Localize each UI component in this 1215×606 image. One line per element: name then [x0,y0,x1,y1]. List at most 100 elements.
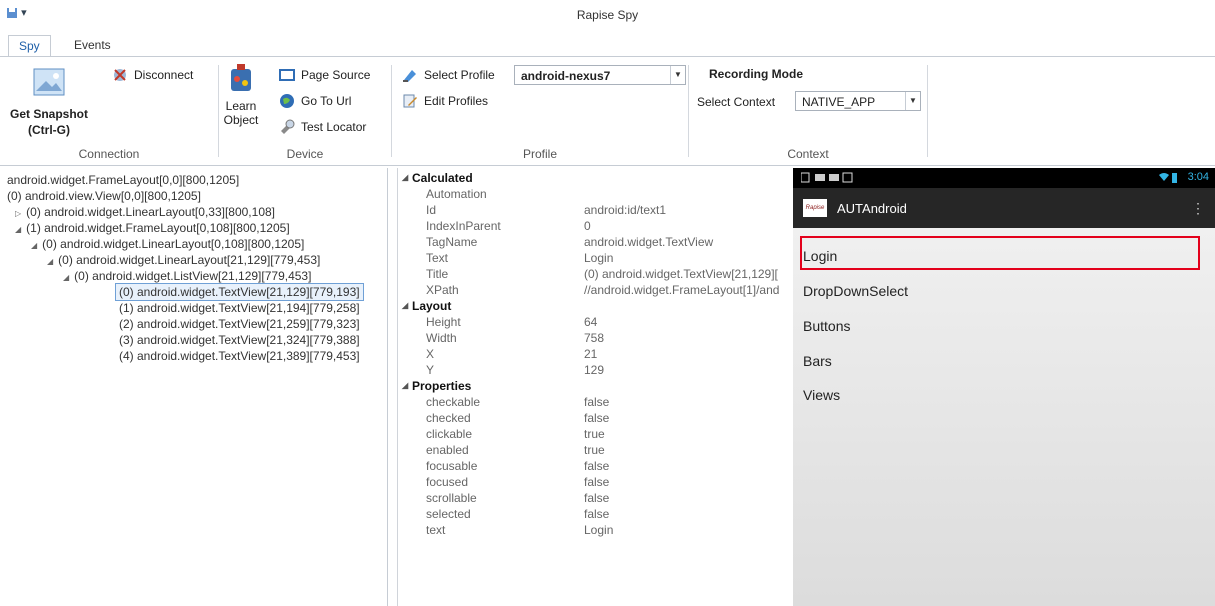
property-row[interactable]: checked false [398,410,786,426]
property-row[interactable]: selected false [398,506,786,522]
go-to-url-label: Go To Url [301,94,352,108]
category-layout[interactable]: ◢ Layout [398,298,786,314]
list-item-buttons[interactable]: Buttons [803,318,850,334]
tree-node[interactable]: android.widget.FrameLayout[0,0][800,1205… [7,172,239,188]
property-row[interactable]: TagName android.widget.TextView [398,234,786,250]
tab-events[interactable]: Events [64,35,121,56]
disconnect-button[interactable]: Disconnect [112,67,193,83]
collapse-icon[interactable]: ◢ [63,273,69,282]
tree-node[interactable]: ▷ (0) android.widget.LinearLayout[0,33][8… [15,204,275,220]
property-value: Login [584,251,614,265]
property-row[interactable]: X 21 [398,346,786,362]
property-row[interactable]: scrollable false [398,490,786,506]
overflow-menu-icon[interactable]: ⋮ [1191,200,1205,217]
list-item-bars[interactable]: Bars [803,353,832,369]
property-row[interactable]: Automation [398,186,786,202]
property-name: XPath [426,283,459,297]
context-select[interactable]: NATIVE_APP ▼ [795,91,921,111]
collapse-icon[interactable]: ◢ [402,298,408,314]
tree-node[interactable]: (4) android.widget.TextView[21,389][779,… [119,348,360,364]
edit-profiles-icon [403,94,417,108]
tree-node[interactable]: (0) android.view.View[0,0][800,1205] [7,188,201,204]
select-profile-button[interactable]: Select Profile [402,67,495,83]
disconnect-label: Disconnect [134,68,194,82]
ribbon: Get Snapshot (Ctrl-G) Disconnect Connect… [0,56,1215,166]
collapse-icon[interactable]: ◢ [15,225,21,234]
tree-node-label: (4) android.widget.TextView[21,389][779,… [119,349,360,363]
property-row[interactable]: XPath //android.widget.FrameLayout[1]/and [398,282,786,298]
property-name: Automation [426,187,487,201]
tree-node[interactable]: (1) android.widget.TextView[21,194][779,… [119,300,360,316]
tree-node[interactable]: (2) android.widget.TextView[21,259][779,… [119,316,360,332]
property-value: 64 [584,315,598,329]
property-grid[interactable]: ◢ Calculated Automation Id android:id/text… [397,168,786,606]
tree-node[interactable]: ◢ (0) android.widget.LinearLayout[21,129]… [47,252,320,268]
collapse-icon[interactable]: ◢ [31,241,37,250]
tree-node-selected[interactable]: (0) android.widget.TextView[21,129][779,… [115,283,364,301]
property-row[interactable]: Id android:id/text1 [398,202,786,218]
connection-group: Get Snapshot (Ctrl-G) Disconnect Connect… [0,57,218,163]
property-row[interactable]: focusable false [398,458,786,474]
device-screenshot[interactable]: 3:04 Rapise AUTAndroid ⋮ Login DropDownS… [793,168,1215,606]
collapse-icon[interactable]: ◢ [47,257,53,266]
property-row[interactable]: IndexInParent 0 [398,218,786,234]
tree-node-label: android.widget.FrameLayout[0,0][800,1205… [7,173,240,187]
ribbon-separator [927,65,928,157]
tab-spy[interactable]: Spy [8,35,51,57]
property-row[interactable]: checkable false [398,394,786,410]
learn-object-icon [231,64,251,91]
object-label: Object [223,113,259,127]
property-row[interactable]: Text Login [398,250,786,266]
go-to-url-button[interactable]: Go To Url [279,93,351,109]
collapse-icon[interactable]: ◢ [402,378,408,394]
property-row[interactable]: clickable true [398,426,786,442]
page-source-icon [279,69,295,81]
property-row[interactable]: Width 758 [398,330,786,346]
property-row[interactable]: Title (0) android.widget.TextView[21,129]… [398,266,786,282]
page-source-label: Page Source [301,68,371,82]
title-bar: ▾ Rapise Spy [0,0,1215,32]
android-action-bar: Rapise AUTAndroid ⋮ [793,188,1215,228]
property-row[interactable]: text Login [398,522,786,538]
category-calculated[interactable]: ◢ Calculated [398,170,786,186]
tree-node-label: (3) android.widget.TextView[21,324][779,… [119,333,360,347]
edit-profiles-button[interactable]: Edit Profiles [402,93,488,109]
chevron-down-icon[interactable]: ▼ [905,92,920,110]
tree-node[interactable]: ◢ (0) android.widget.ListView[21,129][779… [63,268,311,284]
property-row[interactable]: Y 129 [398,362,786,378]
property-name: Y [426,363,435,377]
wifi-battery-icon [1159,173,1177,183]
learn-label: Learn [225,99,257,113]
tree-node[interactable]: ◢ (1) android.widget.FrameLayout[0,108][8… [15,220,290,236]
get-snapshot-button[interactable]: Get Snapshot (Ctrl-G) [10,65,88,137]
list-item-dropdownselect[interactable]: DropDownSelect [803,283,908,299]
category-label: Calculated [412,171,473,185]
ribbon-tabs: Spy Events [0,32,1215,57]
profile-select[interactable]: android-nexus7 ▼ [514,65,686,85]
disconnect-icon [114,69,126,81]
property-value: 0 [584,219,591,233]
category-label: Properties [412,379,472,393]
page-source-button[interactable]: Page Source [279,67,370,83]
tree-node-label: (0) android.view.View[0,0][800,1205] [7,189,201,203]
property-row[interactable]: enabled true [398,442,786,458]
expand-icon[interactable]: ▷ [15,209,21,218]
property-row[interactable]: focused false [398,474,786,490]
property-value: true [584,427,605,441]
list-item-views[interactable]: Views [803,387,840,403]
category-properties[interactable]: ◢ Properties [398,378,786,394]
learn-object-button[interactable]: Learn Object [223,63,259,127]
property-name: X [426,347,435,361]
select-profile-label: Select Profile [424,68,495,82]
tree-node[interactable]: (3) android.widget.TextView[21,324][779,… [119,332,360,348]
select-context-label: Select Context [697,95,776,109]
chevron-down-icon[interactable]: ▼ [670,66,685,84]
test-locator-button[interactable]: Test Locator [279,119,366,135]
collapse-icon[interactable]: ◢ [402,170,408,186]
object-tree[interactable]: android.widget.FrameLayout[0,0][800,1205… [5,168,388,606]
tree-node-label: (0) android.widget.LinearLayout[0,33][80… [26,205,275,219]
tree-node[interactable]: ◢ (0) android.widget.LinearLayout[0,108][… [31,236,304,252]
property-value: (0) android.widget.TextView[21,129][ [584,267,778,281]
notification-icons [801,172,853,183]
property-row[interactable]: Height 64 [398,314,786,330]
